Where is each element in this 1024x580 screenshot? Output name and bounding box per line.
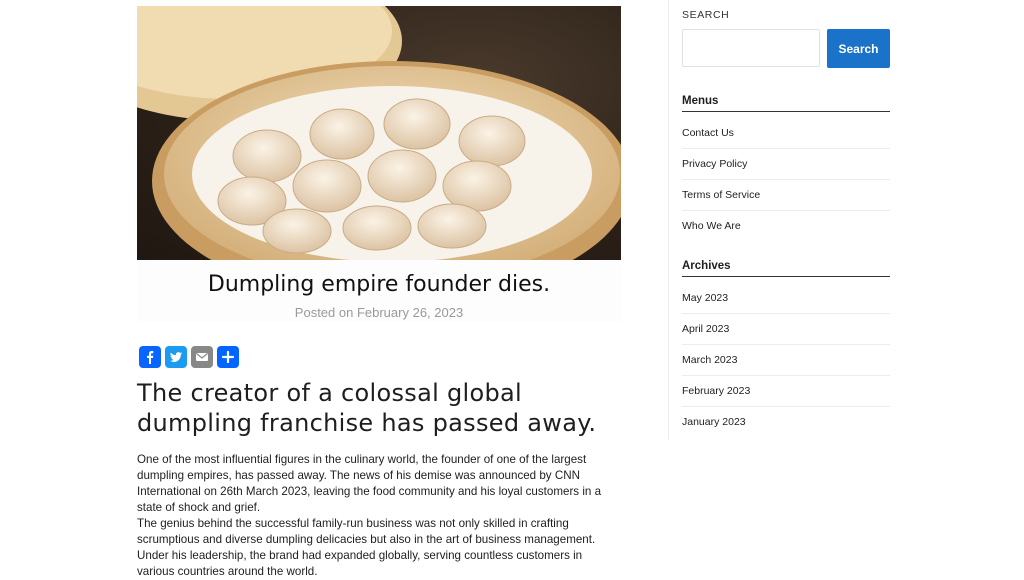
search-label: SEARCH [682, 9, 730, 21]
more-share-button[interactable] [217, 346, 239, 368]
menu-item-who-we-are[interactable]: Who We Are [682, 211, 890, 241]
archive-item-april-2023[interactable]: April 2023 [682, 314, 890, 345]
email-icon [196, 353, 208, 361]
post-title: Dumpling empire founder dies. [207, 272, 551, 297]
post-date: Posted on February 26, 2023 [294, 305, 464, 320]
post-featured-image [137, 6, 621, 260]
archives-list: May 2023 April 2023 March 2023 February … [682, 283, 890, 437]
archives-widget-title: Archives [682, 260, 890, 277]
post-paragraph: One of the most influential figures in t… [137, 453, 602, 514]
facebook-share-button[interactable] [139, 346, 161, 368]
twitter-icon [170, 352, 182, 362]
post-headline: The creator of a colossal global dumplin… [137, 379, 597, 437]
menus-list: Contact Us Privacy Policy Terms of Servi… [682, 118, 890, 241]
archive-item-january-2023[interactable]: January 2023 [682, 407, 890, 437]
share-buttons [139, 346, 239, 368]
menu-item-contact-us[interactable]: Contact Us [682, 118, 890, 149]
email-share-button[interactable] [191, 346, 213, 368]
menus-widget-title: Menus [682, 95, 890, 112]
twitter-share-button[interactable] [165, 346, 187, 368]
post-header: Dumpling empire founder dies. Posted on … [137, 260, 621, 322]
search-input[interactable] [682, 29, 820, 67]
search-button[interactable]: Search [827, 29, 890, 68]
archive-item-february-2023[interactable]: February 2023 [682, 376, 890, 407]
share-icon [221, 350, 235, 364]
archive-item-march-2023[interactable]: March 2023 [682, 345, 890, 376]
archive-item-may-2023[interactable]: May 2023 [682, 283, 890, 314]
menu-item-terms-of-service[interactable]: Terms of Service [682, 180, 890, 211]
facebook-icon [147, 351, 154, 364]
menu-item-privacy-policy[interactable]: Privacy Policy [682, 149, 890, 180]
post-paragraph: The genius behind the successful family-… [137, 517, 596, 578]
